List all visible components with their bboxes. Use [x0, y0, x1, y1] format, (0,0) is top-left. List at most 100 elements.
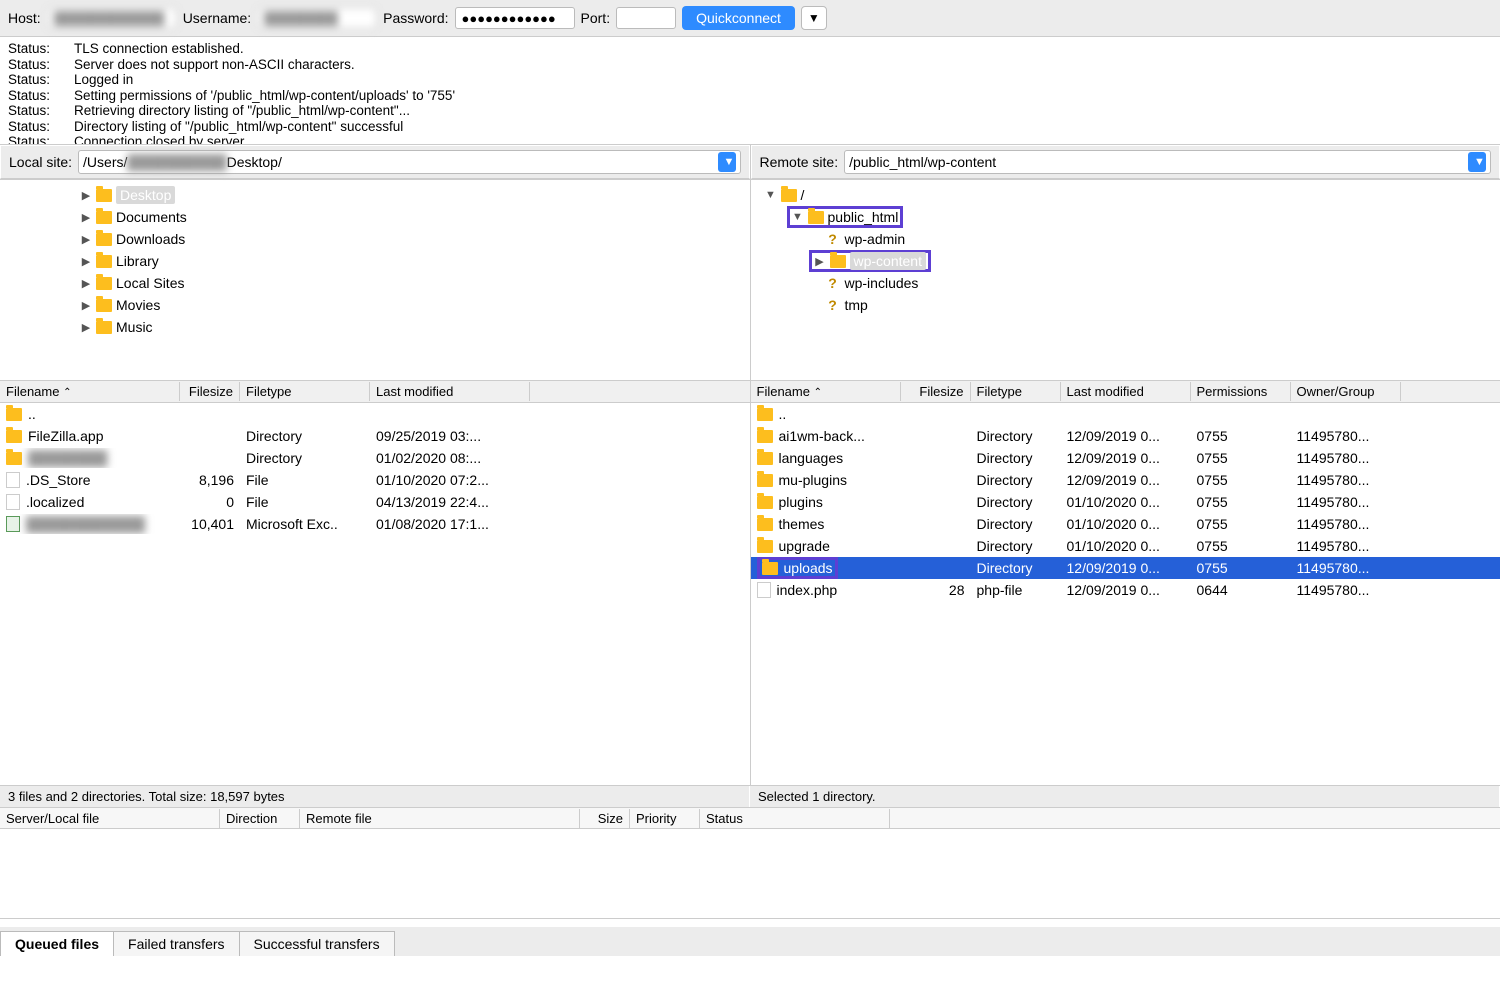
tab-failed-transfers[interactable]: Failed transfers: [113, 931, 239, 956]
file-row[interactable]: plugins Directory 01/10/2020 0... 0755 1…: [751, 491, 1500, 513]
expand-icon[interactable]: ▶: [80, 189, 92, 202]
file-row[interactable]: index.php 28 php-file 12/09/2019 0... 06…: [751, 579, 1500, 601]
expand-icon[interactable]: ▶: [80, 321, 92, 334]
file-owner: 11495780...: [1291, 448, 1401, 468]
file-type: Directory: [971, 470, 1061, 490]
file-name: mu-plugins: [779, 472, 847, 488]
col-direction[interactable]: Direction: [220, 809, 300, 828]
remote-path-dropdown-button[interactable]: ▼: [1468, 152, 1486, 172]
file-row[interactable]: ████████████ 10,401 Microsoft Exc.. 01/0…: [0, 513, 750, 535]
file-row[interactable]: ████████ Directory 01/02/2020 08:...: [0, 447, 750, 469]
col-filetype[interactable]: Filetype: [240, 382, 370, 401]
col-permissions[interactable]: Permissions: [1191, 382, 1291, 401]
col-filetype[interactable]: Filetype: [971, 382, 1061, 401]
col-filename[interactable]: Filename ⌃: [0, 382, 180, 401]
quickconnect-dropdown-button[interactable]: ▼: [801, 6, 827, 30]
local-path-dropdown-button[interactable]: ▼: [718, 152, 736, 172]
tree-item[interactable]: ▶Library: [0, 250, 750, 272]
username-input[interactable]: [257, 7, 377, 29]
col-filesize[interactable]: Filesize: [180, 382, 240, 401]
tree-item[interactable]: ▶ Desktop: [0, 184, 750, 206]
expand-icon[interactable]: ▶: [814, 255, 826, 268]
tree-item[interactable]: ▶ wp-content: [751, 250, 1500, 272]
expand-icon[interactable]: ▼: [765, 189, 777, 201]
col-owner[interactable]: Owner/Group: [1291, 382, 1401, 401]
file-type: Directory: [971, 558, 1061, 578]
tree-item[interactable]: ▼/: [751, 184, 1500, 206]
file-modified: [1061, 412, 1191, 416]
folder-icon: [757, 540, 773, 553]
tree-item[interactable]: ▶Downloads: [0, 228, 750, 250]
password-input[interactable]: [455, 7, 575, 29]
file-row[interactable]: .localized 0 File 04/13/2019 22:4...: [0, 491, 750, 513]
file-size: [901, 412, 971, 416]
folder-icon: [781, 189, 797, 202]
col-lastmod[interactable]: Last modified: [1061, 382, 1191, 401]
file-row[interactable]: languages Directory 12/09/2019 0... 0755…: [751, 447, 1500, 469]
tree-item-label: wp-content: [850, 253, 926, 269]
expand-icon[interactable]: ▶: [80, 233, 92, 246]
file-row[interactable]: mu-plugins Directory 12/09/2019 0... 075…: [751, 469, 1500, 491]
file-size: [901, 456, 971, 460]
file-permissions: 0755: [1191, 448, 1291, 468]
file-name: languages: [779, 450, 844, 466]
file-row[interactable]: ..: [0, 403, 750, 425]
tree-item[interactable]: ?tmp: [751, 294, 1500, 316]
col-size[interactable]: Size: [580, 809, 630, 828]
tree-item-label: Music: [116, 319, 153, 335]
expand-icon[interactable]: ▶: [80, 299, 92, 312]
remote-directory-tree[interactable]: ▼/▼public_html?wp-admin ▶ wp-content ?wp-in…: [751, 180, 1500, 380]
local-file-list[interactable]: Filename ⌃ Filesize Filetype Last modifi…: [0, 381, 751, 785]
file-row[interactable]: FileZilla.app Directory 09/25/2019 03:..…: [0, 425, 750, 447]
tab-successful-transfers[interactable]: Successful transfers: [239, 931, 395, 956]
file-row[interactable]: ai1wm-back... Directory 12/09/2019 0... …: [751, 425, 1500, 447]
port-input[interactable]: [616, 7, 676, 29]
quickconnect-button[interactable]: Quickconnect: [682, 6, 795, 30]
file-type: [971, 412, 1061, 416]
file-row[interactable]: ..: [751, 403, 1500, 425]
file-size: [901, 478, 971, 482]
file-name: FileZilla.app: [28, 428, 103, 444]
col-remotefile[interactable]: Remote file: [300, 809, 580, 828]
file-type: Directory: [240, 426, 370, 446]
col-priority[interactable]: Priority: [630, 809, 700, 828]
file-size: 0: [180, 492, 240, 512]
tree-item[interactable]: ▶Local Sites: [0, 272, 750, 294]
file-row[interactable]: .DS_Store 8,196 File 01/10/2020 07:2...: [0, 469, 750, 491]
col-filesize[interactable]: Filesize: [901, 382, 971, 401]
tree-item[interactable]: ▶ Music: [0, 316, 750, 338]
expand-icon[interactable]: ▼: [792, 211, 804, 223]
tree-item[interactable]: ?wp-includes: [751, 272, 1500, 294]
file-name: ai1wm-back...: [779, 428, 865, 444]
tree-item[interactable]: ▶Documents: [0, 206, 750, 228]
file-row[interactable]: themes Directory 01/10/2020 0... 0755 11…: [751, 513, 1500, 535]
expand-icon[interactable]: ▶: [80, 277, 92, 290]
col-server[interactable]: Server/Local file: [0, 809, 220, 828]
col-status[interactable]: Status: [700, 809, 890, 828]
col-lastmod[interactable]: Last modified: [370, 382, 530, 401]
message-log[interactable]: Status:TLS connection established.Status…: [0, 37, 1500, 145]
col-filename[interactable]: Filename ⌃: [751, 382, 901, 401]
expand-icon[interactable]: ▶: [80, 255, 92, 268]
local-site-path-input[interactable]: /Users/██████████Desktop/ ▼: [78, 150, 740, 174]
remote-site-path-input[interactable]: /public_html/wp-content ▼: [844, 150, 1491, 174]
tree-item[interactable]: ▼public_html: [751, 206, 1500, 228]
tree-item-label: tmp: [845, 297, 868, 313]
host-input[interactable]: [47, 7, 177, 29]
file-size: [180, 456, 240, 460]
tree-item[interactable]: ▶Movies: [0, 294, 750, 316]
tree-item[interactable]: ?wp-admin: [751, 228, 1500, 250]
tree-item-label: Desktop: [116, 187, 175, 203]
file-modified: 12/09/2019 0...: [1061, 558, 1191, 578]
file-size: [901, 500, 971, 504]
file-size: 28: [901, 580, 971, 600]
tab-queued-files[interactable]: Queued files: [0, 931, 114, 956]
local-directory-tree[interactable]: ▶ Desktop ▶Documents▶Downloads▶Library▶Loc…: [0, 180, 751, 380]
file-owner: 11495780...: [1291, 514, 1401, 534]
transfer-queue-list[interactable]: [0, 829, 1500, 919]
expand-icon[interactable]: ▶: [80, 211, 92, 224]
file-row[interactable]: upgrade Directory 01/10/2020 0... 0755 1…: [751, 535, 1500, 557]
remote-file-list[interactable]: Filename ⌃ Filesize Filetype Last modifi…: [751, 381, 1500, 785]
file-row[interactable]: uploads Directory 12/09/2019 0... 0755 1…: [751, 557, 1500, 579]
file-permissions: 0755: [1191, 558, 1291, 578]
